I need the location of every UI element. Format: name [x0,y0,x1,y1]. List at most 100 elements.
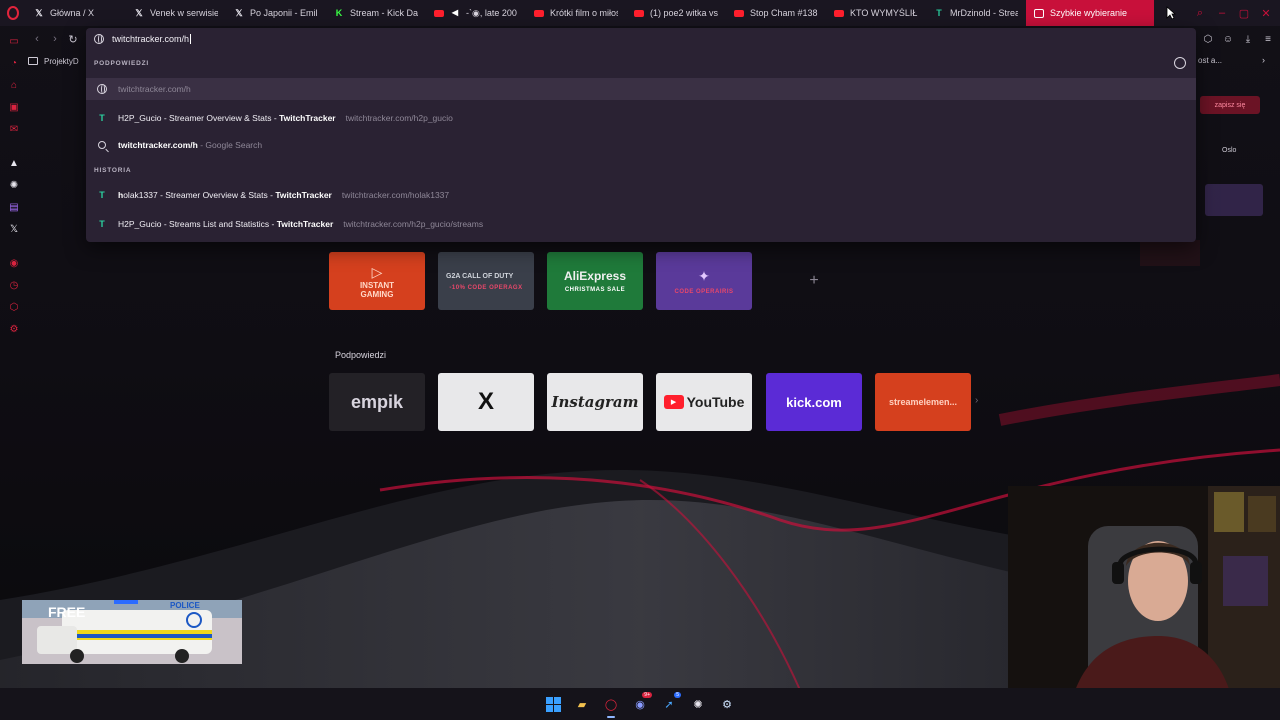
suggestion-x[interactable]: X [438,373,534,431]
tab-3[interactable]: K Stream - Kick Da [326,0,426,26]
file-explorer-icon[interactable]: ▰ [574,696,590,712]
minimize-icon[interactable]: – [1216,7,1228,19]
omnibox-row-history-1[interactable]: T holak1337 - Streamer Overview & Stats … [86,184,1196,206]
opera-logo-icon[interactable] [0,0,26,26]
close-icon[interactable]: ✕ [1260,7,1272,20]
taskbar: ▰ ◯ ◉ 9+ ➚ 5 ✺ ⚙ [0,688,1280,720]
youtube-icon [834,9,844,17]
tab-9[interactable]: T MrDzinold - Strea [926,0,1026,26]
address-input[interactable]: twitchtracker.com/h [112,34,191,45]
speed-dial-game-promo[interactable]: ✦ CODE OPERAIRIS [656,252,752,310]
subscribe-button[interactable]: zapisz się [1200,96,1260,114]
speed-dial-g2a[interactable]: G2A CALL OF DUTY -10% CODE OPERAGX [438,252,534,310]
sidebar-twitch-app-icon[interactable]: ▤ [7,200,21,214]
tab-6[interactable]: (1) poe2 witka vs [626,0,726,26]
speed-dial-aliexpress[interactable]: AliExpress CHRISTMAS SALE [547,252,643,310]
discord-icon[interactable]: ◉ 9+ [632,692,652,712]
youtube-icon [534,9,544,17]
discord-badge: 9+ [642,692,652,698]
grid-icon [1034,8,1044,18]
game-art-icon: ✦ [698,267,710,284]
speaker-icon[interactable]: ◀ [450,8,460,18]
sidebar-player-icon[interactable]: ◉ [7,256,21,270]
globe-icon [96,83,108,95]
omnibox-row-google-search[interactable]: twitchtracker.com/h - Google Search [86,134,1196,156]
police-label: POLICE [170,601,200,610]
add-speed-dial-button[interactable]: + [766,252,862,310]
bookmark-folder-label[interactable]: ProjektyD [44,57,79,66]
bookmark-overflow[interactable]: ost a... [1198,56,1222,65]
omnibox-dropdown: twitchtracker.com/h PODPOWIEDZI twitchtr… [86,28,1196,242]
youtube-icon [434,9,444,17]
chatgpt-taskbar-icon[interactable]: ✺ [690,696,706,712]
speed-dial-instant-gaming[interactable]: ▷ INSTANT GAMING [329,252,425,310]
folder-icon [28,57,38,65]
omnibox-row-suggestion[interactable]: T H2P_Gucio - Streamer Overview & Stats … [86,107,1196,129]
messenger-icon[interactable]: ➚ 5 [661,692,681,712]
x-icon: 𝕏 [135,7,143,18]
suggestion-instagram[interactable]: Instagram [547,373,643,431]
omnibox-row-history-2[interactable]: T H2P_Gucio - Streams List and Statistic… [86,213,1196,235]
suggestion-empik[interactable]: empik [329,373,425,431]
tab-10-active[interactable]: Szybkie wybieranie [1026,0,1154,26]
speed-dial-suggestions-label: Podpowiedzi [335,350,387,360]
sidebar-shop-icon[interactable]: ⌂ [7,78,21,92]
sidebar-chatgpt-icon[interactable]: ✺ [7,178,21,192]
sidebar-x-icon[interactable]: 𝕏 [7,222,21,236]
omnibox-row-url[interactable]: twitchtracker.com/h [86,78,1196,100]
suggestions-next-icon[interactable]: › [975,395,978,406]
sidebar-bag-icon[interactable]: ▭ [7,34,21,48]
address-bar[interactable]: twitchtracker.com/h [86,28,1196,50]
twitchtracker-icon: T [99,219,105,229]
sidebar-aria-icon[interactable]: ▲ [7,156,21,170]
downloads-icon[interactable]: ⤓ [1242,34,1254,45]
tab-7[interactable]: Stop Cham #138 [726,0,826,26]
sidebar-mail-icon[interactable]: ✉ [7,122,21,136]
sidebar-settings-icon[interactable]: ⚙ [7,322,21,336]
bookmarks-more-icon[interactable]: › [1262,55,1265,65]
sidebar-history-icon[interactable]: ◷ [7,278,21,292]
suggestion-streamelements[interactable]: streamelemen... [875,373,971,431]
news-thumbnail[interactable] [1205,184,1263,216]
twitchtracker-icon: T [99,190,105,200]
kick-icon: K [335,7,343,18]
mouse-cursor-icon [1166,6,1176,20]
sidebar: ▭ ◔ ⌂ ▣ ✉ ▲ ✺ ▤ 𝕏 ◉ ◷ ⬡ ⚙ [0,26,28,686]
twitchtracker-icon: T [99,113,105,123]
history-header: HISTORIA [94,167,132,174]
suggestion-youtube[interactable]: ▶ YouTube [656,373,752,431]
forward-button[interactable]: › [46,33,64,45]
sidebar-extensions-icon[interactable]: ⬡ [7,300,21,314]
messenger-badge: 5 [674,692,681,698]
tab-2[interactable]: 𝕏 Po Japonii - Emil [226,0,326,26]
tab-8[interactable]: KTO WYMYŚLIŁ T [826,0,926,26]
x-icon: 𝕏 [235,7,243,18]
maximize-icon[interactable]: ▢ [1238,7,1250,20]
tab-0[interactable]: 𝕏 Główna / X [26,0,126,26]
screen: 𝕏 Główna / X 𝕏 Venek w serwisie 𝕏 Po Japoni… [0,0,1280,720]
search-tabs-icon[interactable]: ⌕ [1194,7,1206,20]
tab-1[interactable]: 𝕏 Venek w serwisie [126,0,226,26]
steam-icon[interactable]: ⚙ [719,696,735,712]
reload-button[interactable]: ↻ [64,33,82,46]
sidebar-twitch-icon[interactable]: ▣ [7,100,21,114]
free-label: FREE [48,604,85,620]
tab-4[interactable]: ◀ -`◉, late 200 [426,0,526,26]
twitchtracker-icon: T [936,7,942,18]
windows-start-icon[interactable] [545,696,561,712]
suggestion-kick[interactable]: kick.com [766,373,862,431]
menu-icon[interactable]: ≡ [1262,34,1274,45]
back-button[interactable]: ‹ [28,33,46,45]
extensions-icon[interactable]: ⬡ [1202,34,1214,45]
news-thumbnail-2[interactable] [1140,240,1200,266]
profile-icon[interactable]: ☺ [1222,34,1234,45]
emoji-icon[interactable] [1174,57,1186,69]
webcam-feed [1008,486,1280,720]
instant-gaming-logo-icon: ▷ [371,263,383,280]
tab-5[interactable]: Krótki film o miłoś [526,0,626,26]
youtube-icon [634,9,644,17]
sidebar-speeddial-icon[interactable]: ◔ [7,56,21,70]
tab-bar: 𝕏 Główna / X 𝕏 Venek w serwisie 𝕏 Po Japoni… [0,0,1280,26]
x-icon: 𝕏 [35,7,43,18]
opera-gx-taskbar-icon[interactable]: ◯ [603,696,619,718]
